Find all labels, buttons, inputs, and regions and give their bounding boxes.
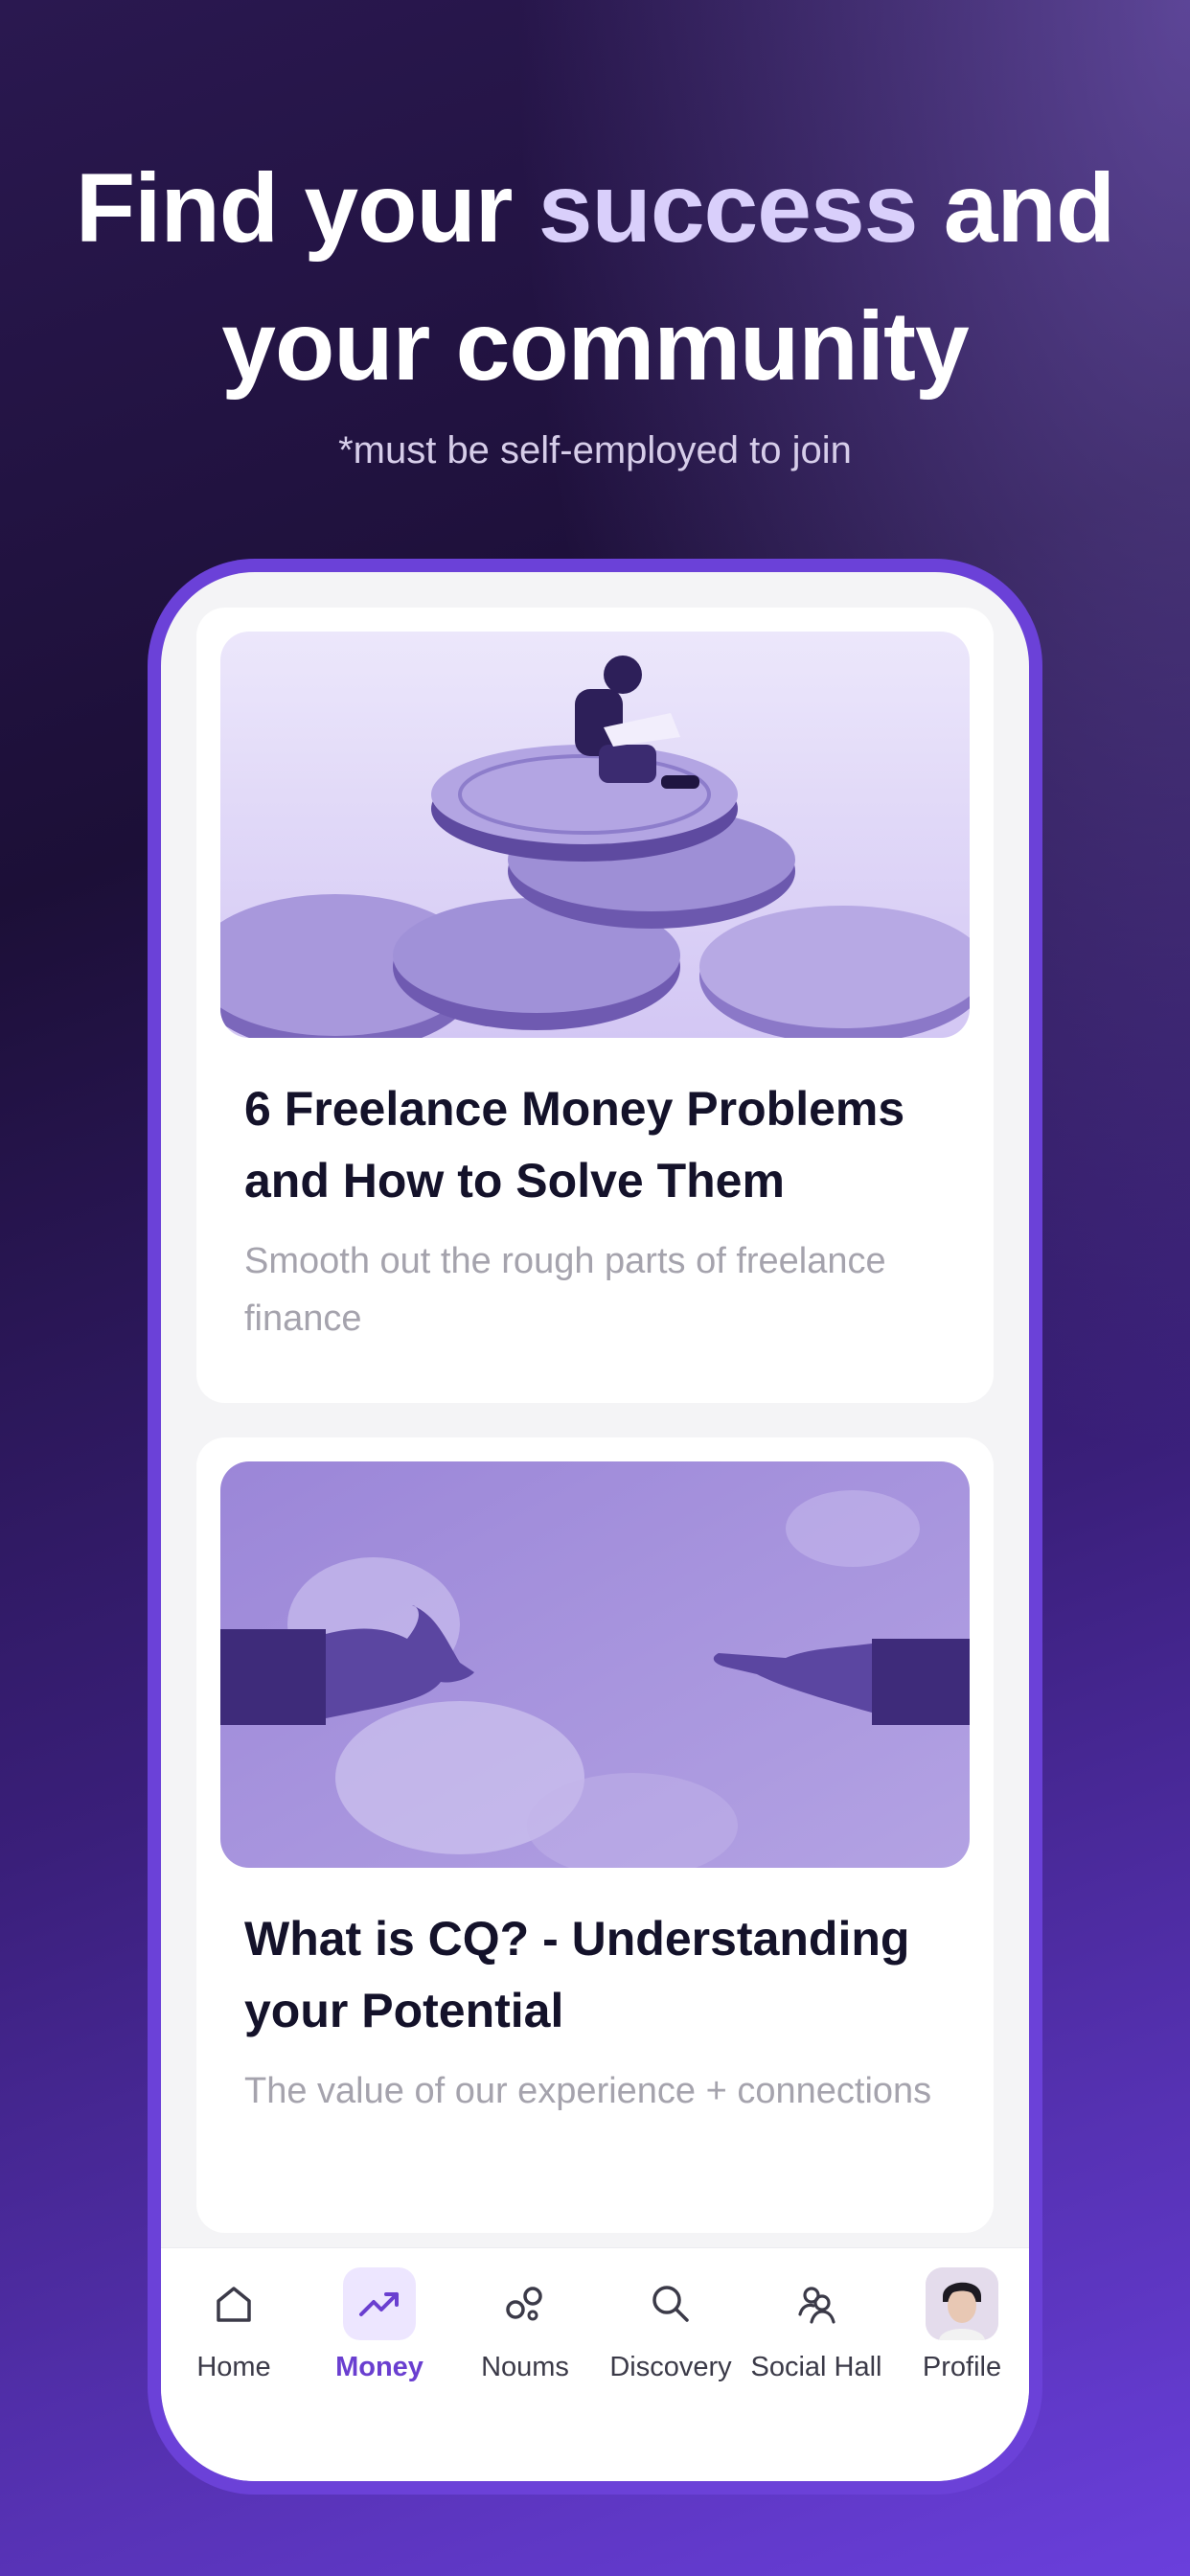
article-description: The value of our experience + connection… xyxy=(244,2071,932,2111)
article-card[interactable]: 6 Freelance Money Problems and How to So… xyxy=(196,608,994,1403)
headline-accent: success xyxy=(538,153,919,263)
search-icon xyxy=(634,2267,707,2340)
tab-label: Noums xyxy=(481,2352,569,2382)
article-title[interactable]: What is CQ? - Understanding your Potenti… xyxy=(244,1903,953,2047)
home-icon xyxy=(197,2267,270,2340)
eligibility-note: *must be self-employed to join xyxy=(338,429,852,472)
tab-label: Discovery xyxy=(609,2352,732,2382)
bubbles-icon xyxy=(489,2267,561,2340)
tab-social-hall[interactable]: Social Hall xyxy=(744,2267,889,2383)
tab-discovery[interactable]: Discovery xyxy=(598,2267,744,2383)
tab-label: Social Hall xyxy=(750,2352,882,2382)
avatar xyxy=(926,2267,998,2340)
coins-stack-illustration xyxy=(220,632,970,1038)
trending-up-icon xyxy=(343,2267,416,2340)
tab-profile[interactable]: Profile xyxy=(889,2267,1029,2383)
phone-frame: 6 Freelance Money Problems and How to So… xyxy=(148,559,1042,2495)
phone-screen: 6 Freelance Money Problems and How to So… xyxy=(161,572,1029,2481)
article-description: Smooth out the rough parts of freelance … xyxy=(244,1241,886,1339)
people-icon xyxy=(780,2267,853,2340)
article-card[interactable]: What is CQ? - Understanding your Potenti… xyxy=(196,1438,994,2233)
headline-part-1: Find your xyxy=(75,153,538,263)
article-thumbnail xyxy=(220,1461,970,1868)
tab-home[interactable]: Home xyxy=(161,2267,307,2383)
article-title[interactable]: 6 Freelance Money Problems and How to So… xyxy=(244,1073,953,1217)
tab-label: Money xyxy=(335,2352,423,2382)
tab-label: Home xyxy=(196,2352,271,2382)
bottom-tab-bar: Home Money Noums Discovery Social Hall P… xyxy=(161,2247,1029,2481)
tab-money[interactable]: Money xyxy=(307,2267,452,2383)
reaching-hands-illustration xyxy=(220,1461,970,1868)
article-thumbnail xyxy=(220,632,970,1038)
tab-label: Profile xyxy=(922,2352,1002,2382)
page-headline: Find your success and your community xyxy=(0,139,1190,415)
tab-noums[interactable]: Noums xyxy=(452,2267,598,2383)
